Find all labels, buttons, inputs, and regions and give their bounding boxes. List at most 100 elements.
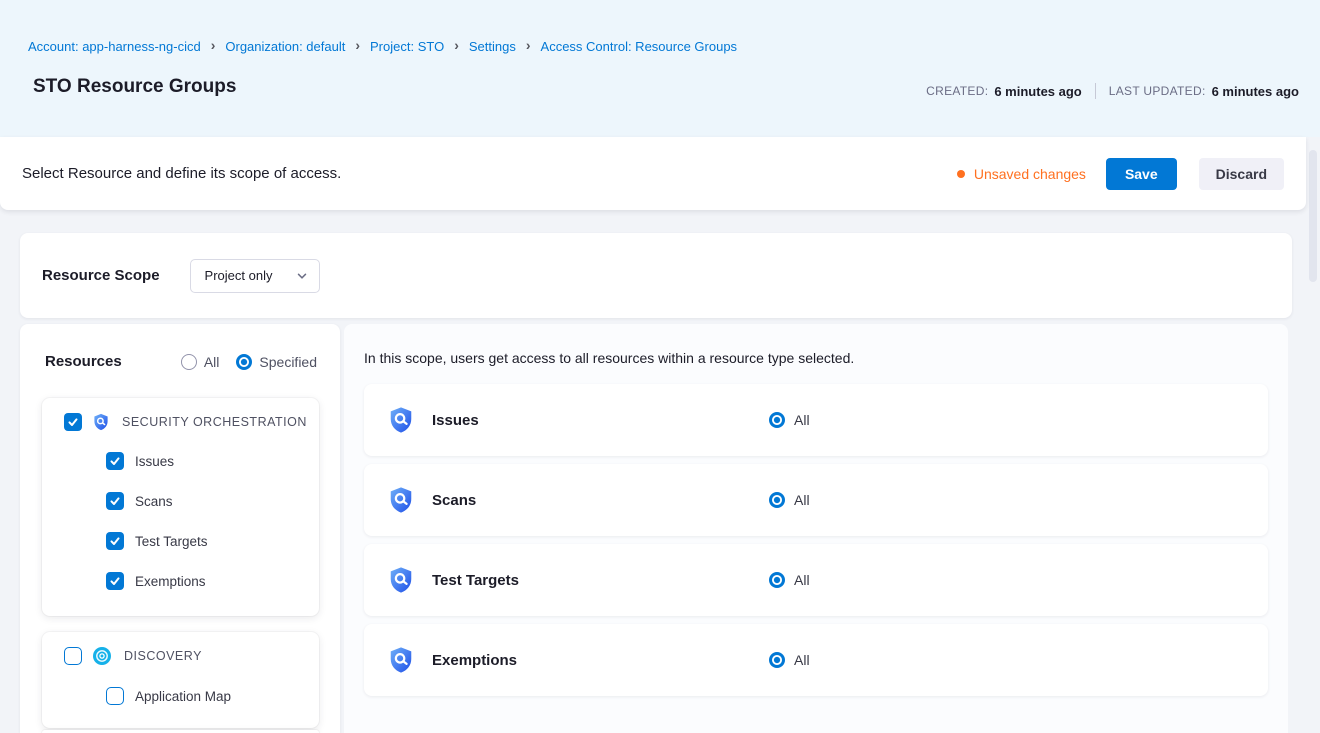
resource-scope-select[interactable]: Project only <box>190 259 320 293</box>
resource-card-exemptions: Exemptions All <box>364 624 1268 696</box>
created-value: 6 minutes ago <box>994 84 1081 99</box>
chevron-right-icon: › <box>526 37 531 53</box>
group-children: Application Map <box>106 687 319 705</box>
resource-group-security-orchestration: SECURITY ORCHESTRATION Issues Scans <box>42 398 319 616</box>
header-meta: CREATED: 6 minutes ago LAST UPDATED: 6 m… <box>926 83 1299 99</box>
resource-item-label: Application Map <box>135 689 231 704</box>
radio-checked-icon[interactable] <box>236 354 252 370</box>
checkbox-scans[interactable] <box>106 492 124 510</box>
radio-specified[interactable]: Specified <box>236 354 317 370</box>
checkbox-issues[interactable] <box>106 452 124 470</box>
access-label: All <box>794 652 810 668</box>
resource-card-issues: Issues All <box>364 384 1268 456</box>
sto-shield-icon <box>387 646 415 674</box>
checkbox-security-orchestration[interactable] <box>64 413 82 431</box>
check-icon <box>67 416 79 428</box>
group-label: SECURITY ORCHESTRATION <box>122 415 307 429</box>
radio-checked-icon[interactable] <box>769 572 785 588</box>
resource-card-scans: Scans All <box>364 464 1268 536</box>
scope-detail-panel: In this scope, users get access to all r… <box>344 324 1288 733</box>
breadcrumb-access-control[interactable]: Access Control: Resource Groups <box>541 39 738 54</box>
group-label: DISCOVERY <box>124 649 202 663</box>
resource-item-issues: Issues <box>106 452 319 470</box>
access-radio-all[interactable]: All <box>769 492 810 508</box>
checkbox-test-targets[interactable] <box>106 532 124 550</box>
page-title: STO Resource Groups <box>33 76 236 98</box>
last-updated-label: LAST UPDATED: <box>1109 84 1206 98</box>
resource-card-title: Issues <box>432 412 479 429</box>
resources-header: Resources All Specified <box>20 324 340 370</box>
check-icon <box>109 495 121 507</box>
save-button[interactable]: Save <box>1106 158 1177 190</box>
access-label: All <box>794 572 810 588</box>
page-header: Account: app-harness-ng-cicd › Organizat… <box>0 0 1320 137</box>
sto-shield-icon <box>92 413 110 431</box>
resource-item-exemptions: Exemptions <box>106 572 319 590</box>
group-header: SECURITY ORCHESTRATION <box>64 413 319 431</box>
resource-card-title: Test Targets <box>432 572 519 589</box>
resource-card-title: Exemptions <box>432 652 517 669</box>
vertical-scrollbar[interactable] <box>1309 150 1317 282</box>
checkbox-application-map[interactable] <box>106 687 124 705</box>
resource-item-label: Test Targets <box>135 534 208 549</box>
discovery-icon <box>92 646 112 666</box>
resources-panel: Resources All Specified <box>20 324 340 733</box>
resources-title: Resources <box>45 353 122 370</box>
resource-scope-value: Project only <box>205 268 273 283</box>
chevron-down-icon <box>296 270 308 282</box>
sto-shield-icon <box>387 406 415 434</box>
access-radio-all[interactable]: All <box>769 652 810 668</box>
unsaved-dot-icon <box>957 170 965 178</box>
created-label: CREATED: <box>926 84 988 98</box>
breadcrumb-project[interactable]: Project: STO <box>370 39 444 54</box>
resource-card-title: Scans <box>432 492 476 509</box>
resource-item-label: Scans <box>135 494 173 509</box>
radio-checked-icon[interactable] <box>769 492 785 508</box>
checkbox-exemptions[interactable] <box>106 572 124 590</box>
group-children: Issues Scans Test Targets <box>106 452 319 590</box>
breadcrumb-account[interactable]: Account: app-harness-ng-cicd <box>28 39 201 54</box>
unsaved-changes-label: Unsaved changes <box>974 166 1086 182</box>
check-icon <box>109 535 121 547</box>
resource-scope-card: Resource Scope Project only <box>20 233 1292 318</box>
breadcrumb: Account: app-harness-ng-cicd › Organizat… <box>28 38 737 54</box>
resource-group-discovery: DISCOVERY Application Map <box>42 632 319 728</box>
resource-item-label: Exemptions <box>135 574 206 589</box>
meta-divider <box>1095 83 1096 99</box>
resources-filter-radio-group: All Specified <box>181 354 317 370</box>
resource-item-test-targets: Test Targets <box>106 532 319 550</box>
chevron-right-icon: › <box>454 37 459 53</box>
breadcrumb-settings[interactable]: Settings <box>469 39 516 54</box>
group-header: DISCOVERY <box>64 646 319 666</box>
resource-item-label: Issues <box>135 454 174 469</box>
resource-card-test-targets: Test Targets All <box>364 544 1268 616</box>
access-radio-all[interactable]: All <box>769 572 810 588</box>
radio-unchecked-icon[interactable] <box>181 354 197 370</box>
check-icon <box>109 575 121 587</box>
chevron-right-icon: › <box>211 37 216 53</box>
sto-shield-icon <box>387 486 415 514</box>
radio-checked-icon[interactable] <box>769 652 785 668</box>
checkbox-discovery[interactable] <box>64 647 82 665</box>
discard-button[interactable]: Discard <box>1199 158 1284 190</box>
check-icon <box>109 455 121 467</box>
last-updated-value: 6 minutes ago <box>1212 84 1299 99</box>
action-bar-actions: Unsaved changes Save Discard <box>957 158 1284 190</box>
sto-shield-icon <box>387 566 415 594</box>
access-label: All <box>794 412 810 428</box>
page: Account: app-harness-ng-cicd › Organizat… <box>0 0 1320 733</box>
radio-checked-icon[interactable] <box>769 412 785 428</box>
resource-item-scans: Scans <box>106 492 319 510</box>
chevron-right-icon: › <box>355 37 360 53</box>
access-radio-all[interactable]: All <box>769 412 810 428</box>
action-bar-description: Select Resource and define its scope of … <box>22 165 341 182</box>
radio-specified-label: Specified <box>259 354 317 370</box>
access-label: All <box>794 492 810 508</box>
scope-description: In this scope, users get access to all r… <box>364 350 854 366</box>
radio-all-label: All <box>204 354 220 370</box>
breadcrumb-organization[interactable]: Organization: default <box>225 39 345 54</box>
resource-scope-label: Resource Scope <box>42 267 160 284</box>
action-bar: Select Resource and define its scope of … <box>0 137 1306 210</box>
radio-all[interactable]: All <box>181 354 220 370</box>
resource-item-application-map: Application Map <box>106 687 319 705</box>
